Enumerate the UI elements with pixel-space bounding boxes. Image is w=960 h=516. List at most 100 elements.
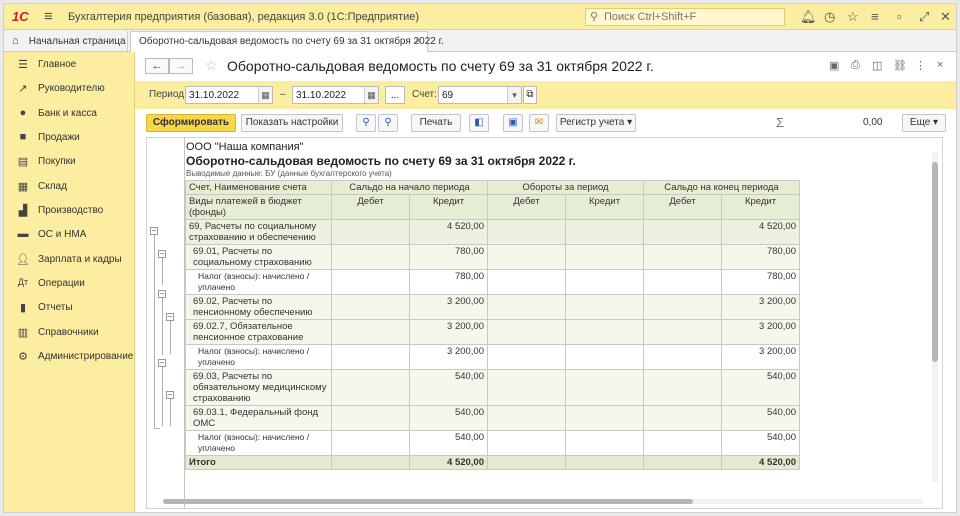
table-row[interactable]: 69.01, Расчеты по социальному страховани… xyxy=(185,244,800,270)
sidebar-item-manager[interactable]: ↗ Руководителю xyxy=(4,78,135,100)
cell xyxy=(565,344,644,370)
link-icon[interactable]: ⛓ xyxy=(893,59,907,72)
sidebar-item-main[interactable]: ☰ Главное xyxy=(4,54,135,76)
save-icon[interactable]: ▣ xyxy=(503,114,523,132)
tab-home-label: Начальная страница xyxy=(28,36,126,47)
collapse-group-icon[interactable]: − xyxy=(158,290,166,298)
sidebar-item-sales[interactable]: ■ Продажи xyxy=(4,127,135,149)
header-credit: Кредит xyxy=(565,194,644,220)
cell: 780,00 xyxy=(409,244,488,270)
cell xyxy=(565,405,644,431)
app-window: 1С ≡ Бухгалтерия предприятия (базовая), … xyxy=(3,3,957,513)
menu-more-icon[interactable]: ≡ xyxy=(871,9,879,24)
table-row[interactable]: 69.02, Расчеты по пенсионному обеспечени… xyxy=(185,294,800,320)
scroll-thumb[interactable] xyxy=(163,499,693,504)
search-input[interactable] xyxy=(604,10,779,24)
horizontal-scrollbar[interactable] xyxy=(163,499,923,504)
print-button[interactable]: Печать xyxy=(411,114,461,132)
minimize-icon[interactable]: ▫ xyxy=(897,9,902,24)
sidebar-item-admin[interactable]: ⚙ Администрирование xyxy=(4,346,135,368)
row-account: 69.02, Расчеты по пенсионному обеспечени… xyxy=(185,294,332,320)
cell xyxy=(487,219,566,245)
global-search[interactable]: ⚲ xyxy=(585,8,785,26)
scroll-thumb[interactable] xyxy=(932,162,938,362)
report-document[interactable]: ООО "Наша компания" Оборотно-сальдовая в… xyxy=(146,137,943,509)
close-icon[interactable]: ✕ xyxy=(940,9,951,25)
table-row[interactable]: 69, Расчеты по социальному страхованию и… xyxy=(185,219,800,245)
bank-icon: ● xyxy=(19,107,27,119)
window-title: Бухгалтерия предприятия (базовая), редак… xyxy=(68,11,420,23)
calendar-icon[interactable]: ▦ xyxy=(258,87,272,103)
find-next-icon[interactable]: ⚲ xyxy=(378,114,398,132)
period-select-button[interactable]: ... xyxy=(385,86,405,104)
table-row[interactable]: Налог (взносы): начислено / уплачено 540,… xyxy=(185,430,800,456)
bell-icon[interactable]: 🔔︎ xyxy=(800,9,817,25)
table-row[interactable]: 69.02.7, Обязательное пенсионное страхов… xyxy=(185,319,800,345)
close-tab-icon[interactable]: × xyxy=(415,36,421,47)
collapse-group-icon[interactable]: − xyxy=(150,227,158,235)
more-button[interactable]: Еще ▾ xyxy=(902,114,946,132)
cell xyxy=(565,269,644,295)
find-icon[interactable]: ⚲ xyxy=(356,114,376,132)
favorite-star-icon[interactable]: ☆ xyxy=(205,57,218,74)
books-icon: ▥ xyxy=(17,327,29,339)
open-account-icon[interactable]: ⧉ xyxy=(523,86,537,104)
vertical-scrollbar[interactable] xyxy=(932,152,938,482)
table-row[interactable]: Налог (взносы): начислено / уплачено 3 20… xyxy=(185,344,800,370)
save-doc-icon[interactable]: ▣ xyxy=(829,59,839,72)
forward-button[interactable]: → xyxy=(169,58,193,74)
tab-report-label: Оборотно-сальдовая ведомость по счету 69… xyxy=(139,36,444,47)
cell xyxy=(643,294,722,320)
collapse-group-icon[interactable]: − xyxy=(158,250,166,258)
sidebar-item-bank[interactable]: ● Банк и касса xyxy=(4,103,135,125)
restore-icon[interactable]: ⤢ xyxy=(919,9,929,25)
sidebar-item-assets[interactable]: ▬ ОС и НМА xyxy=(4,224,135,246)
generate-button[interactable]: Сформировать xyxy=(146,114,236,132)
cell xyxy=(487,430,566,456)
tab-report[interactable]: Оборотно-сальдовая ведомость по счету 69… xyxy=(130,31,444,53)
sidebar-item-label: Склад xyxy=(38,181,67,192)
main-menu-icon[interactable]: ≡ xyxy=(44,8,53,25)
sidebar-item-label: Руководителю xyxy=(38,83,105,94)
table-row[interactable]: 69.03.1, Федеральный фонд ОМС 540,00 540,0… xyxy=(185,405,800,431)
cell xyxy=(643,244,722,270)
tab-home[interactable]: ⌂ Начальная страница xyxy=(4,31,128,52)
sidebar-item-production[interactable]: ▟ Производство xyxy=(4,200,135,222)
account-label: Счет: xyxy=(412,89,437,100)
calendar-icon[interactable]: ▦ xyxy=(364,87,378,103)
sidebar-item-label: Банк и касса xyxy=(38,108,97,119)
collapse-group-icon[interactable]: − xyxy=(166,391,174,399)
more-icon[interactable]: ⋮ xyxy=(915,59,926,72)
cell xyxy=(565,455,644,470)
cell: 540,00 xyxy=(721,369,800,406)
sidebar-item-operations[interactable]: Дт Операции xyxy=(4,273,135,295)
table-row[interactable]: Налог (взносы): начислено / уплачено 780,… xyxy=(185,269,800,295)
show-settings-button[interactable]: Показать настройки xyxy=(241,114,343,132)
preview-icon[interactable]: ◫ xyxy=(872,59,882,72)
cell xyxy=(331,344,410,370)
preview-icon[interactable]: ◧ xyxy=(469,114,489,132)
table-row[interactable]: 69.03, Расчеты по обязательному медицинс… xyxy=(185,369,800,406)
sidebar-item-reports[interactable]: ▮ Отчеты xyxy=(4,297,135,319)
back-button[interactable]: ← xyxy=(145,58,169,74)
sidebar-item-salary[interactable]: 👤︎ Зарплата и кадры xyxy=(4,249,135,271)
sidebar-item-purchases[interactable]: ▤ Покупки xyxy=(4,151,135,173)
registry-button[interactable]: Регистр учета ▾ xyxy=(556,114,636,132)
chevron-down-icon[interactable]: ▾ xyxy=(507,87,521,103)
sidebar-item-warehouse[interactable]: ▦ Склад xyxy=(4,176,135,198)
mail-icon[interactable]: ✉ xyxy=(529,114,549,132)
collapse-group-icon[interactable]: − xyxy=(158,359,166,367)
cell xyxy=(643,369,722,406)
header-credit: Кредит xyxy=(409,194,488,220)
cell: 3 200,00 xyxy=(721,294,800,320)
sidebar-item-catalogs[interactable]: ▥ Справочники xyxy=(4,322,135,344)
date-to-field[interactable]: 31.10.2022 ▦ xyxy=(292,86,379,104)
favorites-icon[interactable]: ☆ xyxy=(847,9,859,25)
account-field[interactable]: 69 ▾ xyxy=(438,86,522,104)
date-from-field[interactable]: 31.10.2022 ▦ xyxy=(185,86,273,104)
collapse-group-icon[interactable]: − xyxy=(166,313,174,321)
history-icon[interactable]: ◷ xyxy=(824,9,835,25)
sidebar-item-label: Операции xyxy=(38,278,85,289)
print-icon[interactable]: ⎙ xyxy=(851,59,860,72)
close-form-icon[interactable]: × xyxy=(937,59,943,71)
